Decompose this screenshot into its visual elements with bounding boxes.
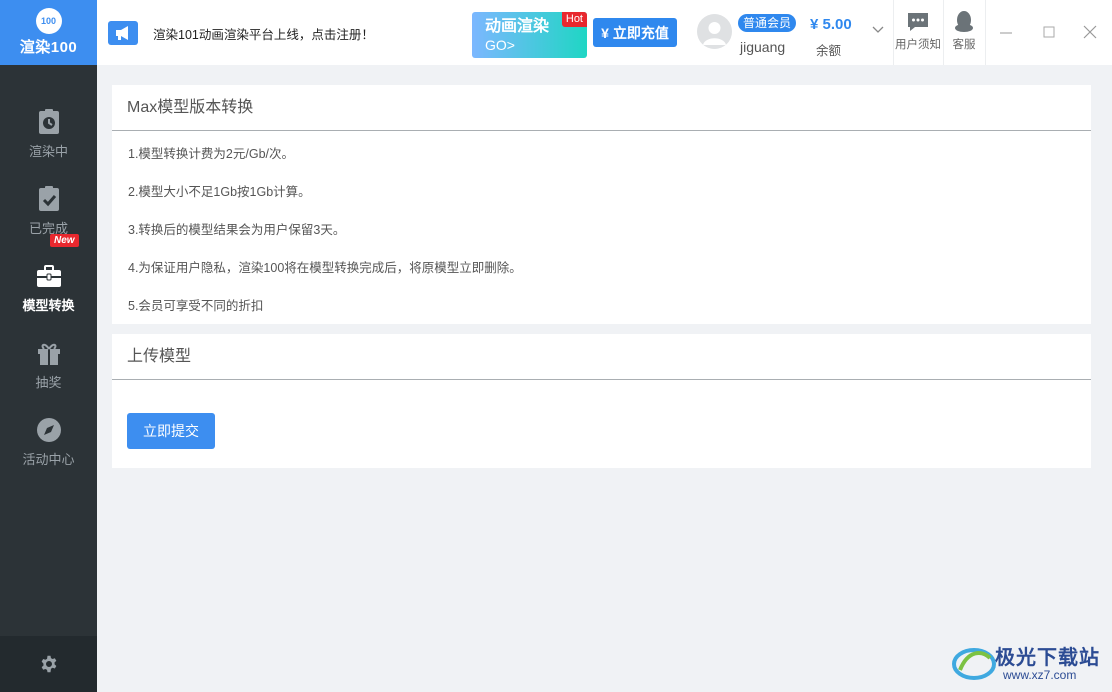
- announcement-link[interactable]: 渲染101动画渲染平台上线，点击注册！: [153, 24, 374, 43]
- conversion-panel: Max模型版本转换 1.模型转换计费为2元/Gb/次。 2.模型大小不足1Gb按…: [112, 85, 1091, 324]
- logo-badge: 100: [35, 8, 62, 34]
- submit-button[interactable]: 立即提交: [127, 413, 215, 449]
- sidebar-item-completed[interactable]: 已完成: [0, 175, 97, 252]
- clock-icon: [38, 109, 59, 134]
- toolbox-icon: [36, 265, 61, 287]
- watermark-text: 极光下载站: [995, 647, 1100, 669]
- divider: [985, 0, 986, 65]
- new-badge: New: [50, 234, 79, 247]
- panel-title: Max模型版本转换: [112, 85, 1091, 131]
- balance-label: 余额: [816, 44, 842, 58]
- list-item: 1.模型转换计费为2元/Gb/次。: [128, 147, 294, 161]
- list-item: 4.为保证用户隐私，渲染100将在模型转换完成后，将原模型立即删除。: [128, 261, 522, 275]
- avatar[interactable]: [697, 14, 732, 49]
- promo-subtitle: GO>: [485, 37, 515, 53]
- logo-text: 渲染100: [19, 39, 78, 56]
- user-notice-label: 用户须知: [895, 39, 941, 51]
- sidebar-item-lottery[interactable]: 抽奖: [0, 329, 97, 406]
- gift-icon: [37, 343, 60, 365]
- qq-penguin-icon: [955, 11, 973, 32]
- chat-bubble-icon: [908, 13, 928, 31]
- compass-icon: [36, 418, 61, 442]
- sidebar-item-label: 抽奖: [35, 375, 62, 390]
- promo-banner[interactable]: 动画渲染 GO> Hot: [472, 12, 587, 58]
- maximize-icon[interactable]: [1041, 24, 1057, 40]
- sidebar-item-label: 模型转换: [22, 298, 75, 313]
- username: jiguang: [740, 39, 786, 55]
- sidebar-nav: 渲染中 已完成 模型转换 抽奖 活动中心: [0, 98, 97, 483]
- minimize-icon[interactable]: [998, 24, 1014, 40]
- gear-icon: [41, 655, 56, 673]
- rules-list: 1.模型转换计费为2元/Gb/次。 2.模型大小不足1Gb按1Gb计算。 3.转…: [112, 131, 1091, 337]
- sidebar-item-rendering[interactable]: 渲染中: [0, 98, 97, 175]
- settings-button[interactable]: [0, 636, 97, 692]
- watermark-url: www.xz7.com: [1003, 668, 1077, 682]
- sidebar-item-activity-center[interactable]: 活动中心: [0, 406, 97, 483]
- sidebar: 100 渲染100 渲染中 已完成 模型转换 抽奖 活动中心 New: [0, 0, 97, 692]
- top-bar: 渲染101动画渲染平台上线，点击注册！ 动画渲染 GO> Hot ¥ 立即充值 …: [97, 0, 1112, 65]
- chevron-down-icon[interactable]: [871, 22, 885, 36]
- panel-title: 上传模型: [112, 334, 1091, 380]
- recharge-button[interactable]: ¥ 立即充值: [593, 18, 677, 47]
- balance-value: ¥ 5.00: [810, 16, 852, 33]
- hot-badge: Hot: [561, 12, 587, 27]
- app-logo: 100 渲染100: [0, 0, 97, 65]
- member-badge: 普通会员: [738, 14, 797, 32]
- user-notice-button[interactable]: 用户须知: [893, 10, 943, 52]
- close-icon[interactable]: [1082, 24, 1098, 40]
- list-item: 2.模型大小不足1Gb按1Gb计算。: [128, 185, 311, 199]
- sidebar-item-label: 渲染中: [28, 144, 68, 159]
- upload-panel: 上传模型 立即提交: [112, 334, 1091, 468]
- list-item: 5.会员可享受不同的折扣: [128, 299, 264, 313]
- megaphone-icon: [108, 21, 138, 45]
- sidebar-item-label: 活动中心: [22, 452, 75, 467]
- sidebar-item-model-conversion[interactable]: 模型转换: [0, 252, 97, 329]
- clipboard-check-icon: [38, 186, 59, 211]
- customer-service-button[interactable]: 客服: [939, 10, 989, 52]
- customer-service-label: 客服: [952, 39, 976, 51]
- list-item: 3.转换后的模型结果会为用户保留3天。: [128, 223, 346, 237]
